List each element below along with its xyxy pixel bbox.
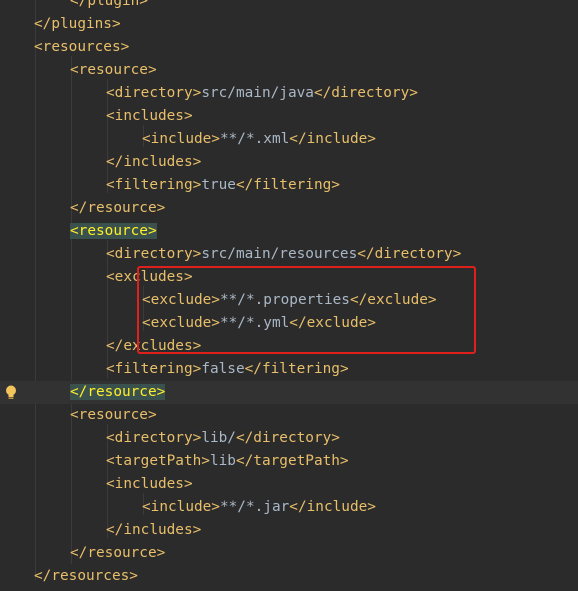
code-line[interactable]: <resources> [0, 36, 578, 59]
lightbulb-icon[interactable] [4, 384, 18, 402]
xml-tag: <directory> [106, 85, 202, 101]
code-line[interactable]: <include>**/*.xml</include> [0, 128, 578, 151]
code-line[interactable]: <directory>src/main/resources</directory… [0, 243, 578, 266]
code-line[interactable]: <resource> [0, 404, 578, 427]
xml-text: true [201, 177, 236, 193]
code-line[interactable]: <filtering>true</filtering> [0, 174, 578, 197]
code-line[interactable]: </resource> [0, 197, 578, 220]
code-line-content: <resource> [70, 220, 157, 243]
code-line-content: <directory>src/main/resources</directory… [106, 243, 461, 266]
xml-tag: </includes> [106, 522, 202, 538]
code-line[interactable]: </plugin> [0, 0, 578, 13]
xml-tag: </filtering> [235, 177, 340, 193]
xml-tag: </directory> [313, 85, 418, 101]
xml-tag: </include> [289, 131, 376, 147]
xml-text: false [201, 361, 245, 377]
code-line-content: <include>**/*.xml</include> [142, 128, 376, 151]
matched-xml-tag: <resource> [70, 223, 157, 239]
code-line[interactable]: </includes> [0, 519, 578, 542]
xml-text: src/main/resources [201, 246, 358, 262]
code-line[interactable]: <includes> [0, 473, 578, 496]
code-line[interactable]: <include>**/*.jar</include> [0, 496, 578, 519]
code-line[interactable]: <directory>src/main/java</directory> [0, 82, 578, 105]
xml-tag: <filtering> [106, 361, 202, 377]
xml-tag: <filtering> [106, 177, 202, 193]
code-line-content: <filtering>true</filtering> [106, 174, 340, 197]
code-line-content: </includes> [106, 151, 201, 174]
code-line-content: <resource> [70, 59, 157, 82]
code-line[interactable]: </resource> [0, 381, 578, 404]
xml-text: **/*.jar [219, 499, 290, 515]
code-line-content: </resources> [34, 565, 138, 588]
code-line[interactable]: <targetPath>lib</targetPath> [0, 450, 578, 473]
code-line[interactable]: </includes> [0, 151, 578, 174]
xml-text: **/*.xml [219, 131, 290, 147]
code-line[interactable]: </plugins> [0, 13, 578, 36]
xml-tag: </targetPath> [235, 453, 349, 469]
code-line-content: </plugins> [34, 13, 121, 36]
xml-tag: <include> [142, 131, 220, 147]
xml-text: lib [209, 453, 236, 469]
code-line[interactable]: <resource> [0, 220, 578, 243]
code-line-content: <filtering>false</filtering> [106, 358, 349, 381]
code-line-content: <directory>lib/</directory> [106, 427, 340, 450]
code-editor[interactable]: </plugin> </plugins> <resources> <resource>… [0, 0, 578, 591]
code-line-content: </includes> [106, 519, 201, 542]
matched-xml-tag: </resource> [70, 384, 166, 400]
code-line-content: </resource> [70, 542, 165, 565]
annotation-highlight-box [137, 266, 476, 354]
xml-tag: </filtering> [244, 361, 349, 377]
xml-tag: </directory> [235, 430, 340, 446]
xml-tag: </include> [289, 499, 376, 515]
xml-tag: <directory> [106, 246, 202, 262]
code-line-content: <resource> [70, 404, 157, 427]
code-line-content: <resources> [34, 36, 129, 59]
xml-tag: <resource> [70, 62, 157, 78]
xml-tag: <include> [142, 499, 220, 515]
code-line-content: </plugin> [70, 0, 148, 13]
xml-tag: <resource> [70, 407, 157, 423]
xml-tag: </includes> [106, 154, 202, 170]
code-line-content: <includes> [106, 105, 193, 128]
code-line[interactable]: </resources> [0, 565, 578, 588]
xml-tag: <includes> [106, 476, 193, 492]
xml-tag: <directory> [106, 430, 202, 446]
xml-tag: </directory> [357, 246, 462, 262]
code-line[interactable]: <directory>lib/</directory> [0, 427, 578, 450]
xml-tag: </resource> [70, 200, 166, 216]
xml-text: src/main/java [201, 85, 314, 101]
code-line-content: <includes> [106, 473, 193, 496]
code-line[interactable]: </resource> [0, 542, 578, 565]
xml-tag: </plugin> [70, 0, 148, 9]
xml-text: lib/ [201, 430, 236, 446]
code-line-content: <include>**/*.jar</include> [142, 496, 376, 519]
xml-tag: </resource> [70, 545, 166, 561]
code-line[interactable]: <filtering>false</filtering> [0, 358, 578, 381]
xml-tag: <targetPath> [106, 453, 210, 469]
xml-tag: </plugins> [34, 16, 121, 32]
xml-tag: <includes> [106, 108, 193, 124]
code-line-content: <directory>src/main/java</directory> [106, 82, 418, 105]
code-line-content: </resource> [70, 381, 166, 404]
code-line-content: <targetPath>lib</targetPath> [106, 450, 349, 473]
xml-tag: <resources> [34, 39, 130, 55]
code-line[interactable]: <resource> [0, 59, 578, 82]
code-line-content: </resource> [70, 197, 165, 220]
xml-tag: </resources> [34, 568, 138, 584]
code-line[interactable]: <includes> [0, 105, 578, 128]
